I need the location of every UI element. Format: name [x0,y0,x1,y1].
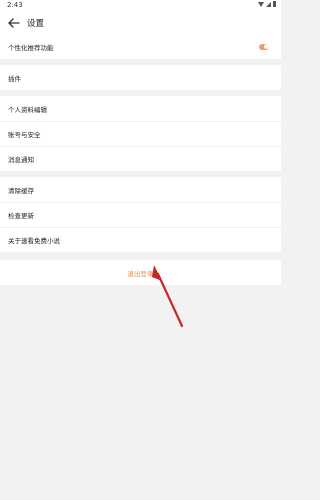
setting-label: 个人资料编辑 [8,105,47,114]
status-icons [258,1,276,7]
settings-group-account: 个人资料编辑 账号与安全 消息通知 [0,96,281,171]
setting-label: 账号与安全 [8,130,41,139]
setting-label: 清除缓存 [8,186,34,195]
logout-button[interactable]: 退出登录 [128,268,154,278]
settings-group-recommend: 个性化推荐功能 [0,34,281,59]
settings-group-app: 清除缓存 检查更新 关于速看免费小说 [0,177,281,252]
back-arrow-icon[interactable] [3,11,25,34]
settings-group-plugins: 插件 [0,65,281,90]
status-bar: 2:43 [0,0,281,11]
setting-account-security[interactable]: 账号与安全 [0,121,281,146]
wifi-icon [258,1,264,7]
setting-label: 个性化推荐功能 [8,43,54,52]
page-title: 设置 [27,18,45,29]
setting-check-update[interactable]: 检查更新 [0,202,281,227]
setting-plugins[interactable]: 插件 [0,65,281,90]
logout-row[interactable]: 退出登录 [0,260,281,285]
app-bar: 设置 [0,11,281,34]
setting-clear-cache[interactable]: 清除缓存 [0,177,281,202]
battery-icon [273,1,276,7]
setting-label: 插件 [8,74,21,83]
setting-notifications[interactable]: 消息通知 [0,146,281,171]
recommendation-toggle[interactable] [259,43,269,50]
toggle-knob [263,44,269,49]
setting-profile-edit[interactable]: 个人资料编辑 [0,96,281,121]
setting-label: 检查更新 [8,211,34,220]
setting-about[interactable]: 关于速看免费小说 [0,227,281,252]
status-time: 2:43 [7,1,23,9]
signal-icon [266,1,271,7]
setting-personalized-recommendation[interactable]: 个性化推荐功能 [0,34,281,59]
setting-label: 消息通知 [8,155,34,164]
setting-label: 关于速看免费小说 [8,236,60,245]
